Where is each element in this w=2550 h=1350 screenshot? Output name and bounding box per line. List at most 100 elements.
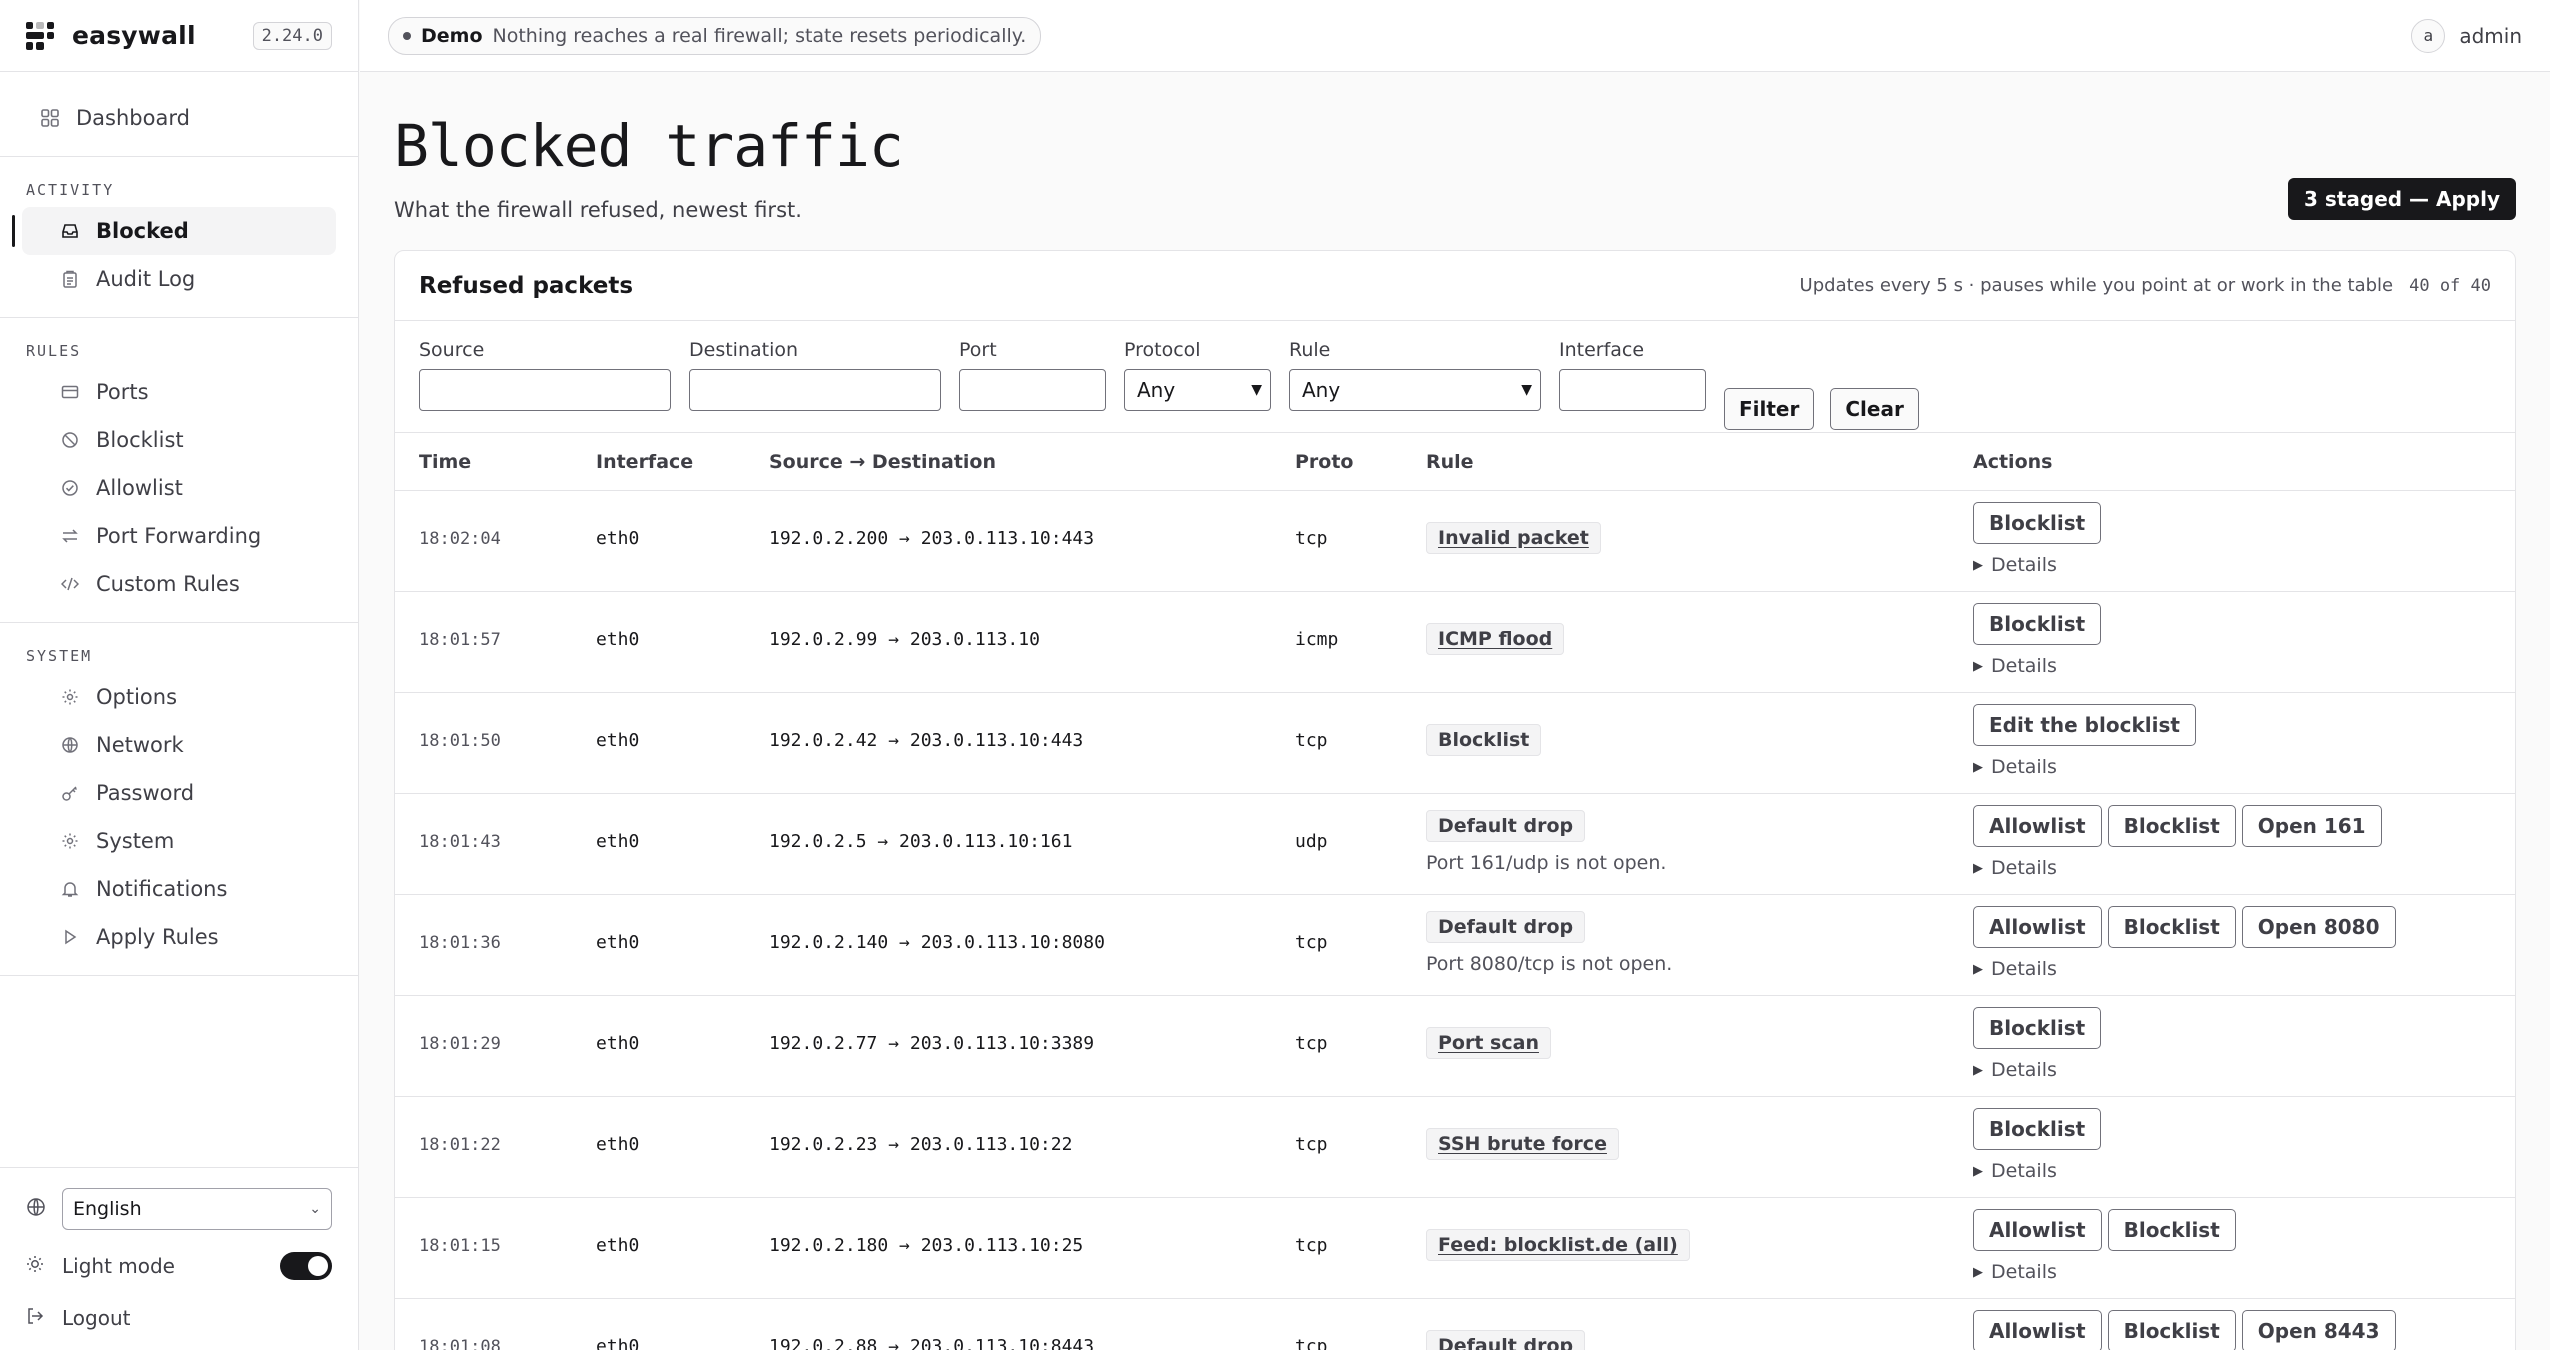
sidebar-item-label: Custom Rules: [96, 572, 240, 596]
cell-interface: eth0: [596, 1235, 640, 1256]
details-label: Details: [1991, 756, 2057, 778]
nav-dashboard-section: Dashboard: [0, 72, 358, 157]
sidebar-item-system[interactable]: System: [22, 817, 336, 865]
refused-packets-card: Refused packets Updates every 5 s · paus…: [394, 250, 2516, 1350]
cell-actions: Blocklist ▶ Details: [1973, 1007, 2107, 1081]
card-header: Refused packets Updates every 5 s · paus…: [395, 251, 2515, 321]
demo-text: Nothing reaches a real firewall; state r…: [492, 24, 1027, 47]
table-row: 18:01:08 eth0 192.0.2.88 → 203.0.113.10:84…: [395, 1299, 2515, 1350]
sidebar-item-network[interactable]: Network: [22, 721, 336, 769]
details-toggle[interactable]: ▶ Details: [1973, 1160, 2107, 1182]
arrows-icon: [60, 526, 80, 546]
rule-label: Default drop: [1438, 1335, 1574, 1350]
clear-button[interactable]: Clear: [1830, 388, 1919, 430]
interface-input[interactable]: [1559, 369, 1706, 411]
rule-label: Rule: [1289, 339, 1331, 361]
allowlist-button[interactable]: Allowlist: [1973, 1310, 2102, 1350]
cell-proto: tcp: [1295, 1134, 1328, 1155]
sidebar-item-label: Password: [96, 781, 195, 805]
blocklist-button[interactable]: Blocklist: [1973, 603, 2102, 645]
edit-the-blocklist-button[interactable]: Edit the blocklist: [1973, 704, 2196, 746]
sidebar-item-password[interactable]: Password: [22, 769, 336, 817]
blocklist-button[interactable]: Blocklist: [2107, 1310, 2236, 1350]
rule-select[interactable]: Any ▼: [1289, 369, 1541, 411]
details-toggle[interactable]: ▶ Details: [1973, 1059, 2107, 1081]
details-toggle[interactable]: ▶ Details: [1973, 1261, 2242, 1283]
rule-badge[interactable]: Port scan: [1426, 1027, 1551, 1059]
cell-rule: Default drop Port 161/udp is not open.: [1426, 810, 1666, 874]
rule-badge[interactable]: Feed: blocklist.de (all): [1426, 1229, 1690, 1261]
details-toggle[interactable]: ▶ Details: [1973, 857, 2388, 879]
rule-badge[interactable]: SSH brute force: [1426, 1128, 1619, 1160]
port-label: Port: [959, 339, 997, 361]
action-buttons: Allowlist Blocklist Open 161: [1973, 805, 2388, 847]
protocol-select[interactable]: Any ▼: [1124, 369, 1271, 411]
cell-interface: eth0: [596, 528, 640, 549]
demo-label: Demo: [421, 24, 483, 47]
rule-badge[interactable]: ICMP flood: [1426, 623, 1565, 655]
blocklist-button[interactable]: Blocklist: [1973, 502, 2102, 544]
filter-button[interactable]: Filter: [1724, 388, 1815, 430]
chevron-down-icon: ⌄: [309, 1201, 321, 1217]
sidebar-item-blocklist[interactable]: Blocklist: [22, 416, 336, 464]
cell-rule: Blocklist: [1426, 724, 1542, 756]
sidebar-item-port-forwarding[interactable]: Port Forwarding: [22, 512, 336, 560]
protocol-label: Protocol: [1124, 339, 1201, 361]
app-name: easywall: [72, 21, 196, 50]
cell-rule: SSH brute force: [1426, 1128, 1619, 1160]
protocol-value: Any: [1137, 378, 1176, 402]
blocklist-button[interactable]: Blocklist: [2107, 805, 2236, 847]
logout-link[interactable]: Logout: [26, 1306, 332, 1330]
sidebar-item-dashboard[interactable]: Dashboard: [22, 94, 336, 142]
open-161-button[interactable]: Open 161: [2241, 805, 2382, 847]
sidebar-item-options[interactable]: Options: [22, 673, 336, 721]
sidebar-item-audit-log[interactable]: Audit Log: [22, 255, 336, 303]
destination-input[interactable]: [689, 369, 941, 411]
details-toggle[interactable]: ▶ Details: [1973, 655, 2107, 677]
rule-badge[interactable]: Invalid packet: [1426, 522, 1601, 554]
sidebar-item-custom-rules[interactable]: Custom Rules: [22, 560, 336, 608]
allowlist-button[interactable]: Allowlist: [1973, 805, 2102, 847]
open-8443-button[interactable]: Open 8443: [2241, 1310, 2396, 1350]
details-toggle[interactable]: ▶ Details: [1973, 554, 2107, 576]
disclosure-triangle-icon: ▶: [1973, 1163, 1983, 1179]
cell-time: 18:01:36: [419, 933, 501, 953]
gear-icon: [60, 831, 80, 851]
allowlist-button[interactable]: Allowlist: [1973, 906, 2102, 948]
destination-filter: Destination: [689, 339, 941, 411]
cell-time: 18:01:57: [419, 630, 501, 650]
rule-label: Invalid packet: [1438, 527, 1589, 549]
sidebar-item-ports[interactable]: Ports: [22, 368, 336, 416]
blocklist-button[interactable]: Blocklist: [1973, 1007, 2102, 1049]
sidebar-item-apply-rules[interactable]: Apply Rules: [22, 913, 336, 961]
theme-row: Light mode: [26, 1252, 332, 1280]
theme-label: Light mode: [62, 1254, 175, 1278]
gear-icon: [60, 687, 80, 707]
details-toggle[interactable]: ▶ Details: [1973, 958, 2402, 980]
details-label: Details: [1991, 554, 2057, 576]
sidebar-item-label: Options: [96, 685, 178, 709]
user-menu[interactable]: a admin: [2411, 18, 2522, 53]
sidebar-item-blocked[interactable]: Blocked: [12, 207, 336, 255]
grid-icon: [40, 108, 60, 128]
port-input[interactable]: [959, 369, 1106, 411]
nav-heading: Activity: [26, 181, 115, 199]
cell-rule: Port scan: [1426, 1027, 1551, 1059]
open-8080-button[interactable]: Open 8080: [2241, 906, 2396, 948]
sidebar-item-notifications[interactable]: Notifications: [22, 865, 336, 913]
blocklist-button[interactable]: Blocklist: [2107, 1209, 2236, 1251]
rule-note: Port 161/udp is not open.: [1426, 852, 1667, 874]
blocklist-button[interactable]: Blocklist: [2107, 906, 2236, 948]
language-select[interactable]: English ⌄: [62, 1188, 332, 1230]
sidebar-item-label: Audit Log: [96, 267, 196, 291]
allowlist-button[interactable]: Allowlist: [1973, 1209, 2102, 1251]
apply-staged-button[interactable]: 3 staged — Apply: [2288, 178, 2516, 220]
blocklist-button[interactable]: Blocklist: [1973, 1108, 2102, 1150]
source-input[interactable]: [419, 369, 671, 411]
sidebar-item-allowlist[interactable]: Allowlist: [22, 464, 336, 512]
theme-toggle[interactable]: [280, 1252, 332, 1280]
action-buttons: Allowlist Blocklist Open 8443: [1973, 1310, 2402, 1350]
details-toggle[interactable]: ▶ Details: [1973, 756, 2202, 778]
globe-icon: [60, 735, 80, 755]
cell-source-destination: 192.0.2.140 → 203.0.113.10:8080: [769, 932, 1105, 953]
